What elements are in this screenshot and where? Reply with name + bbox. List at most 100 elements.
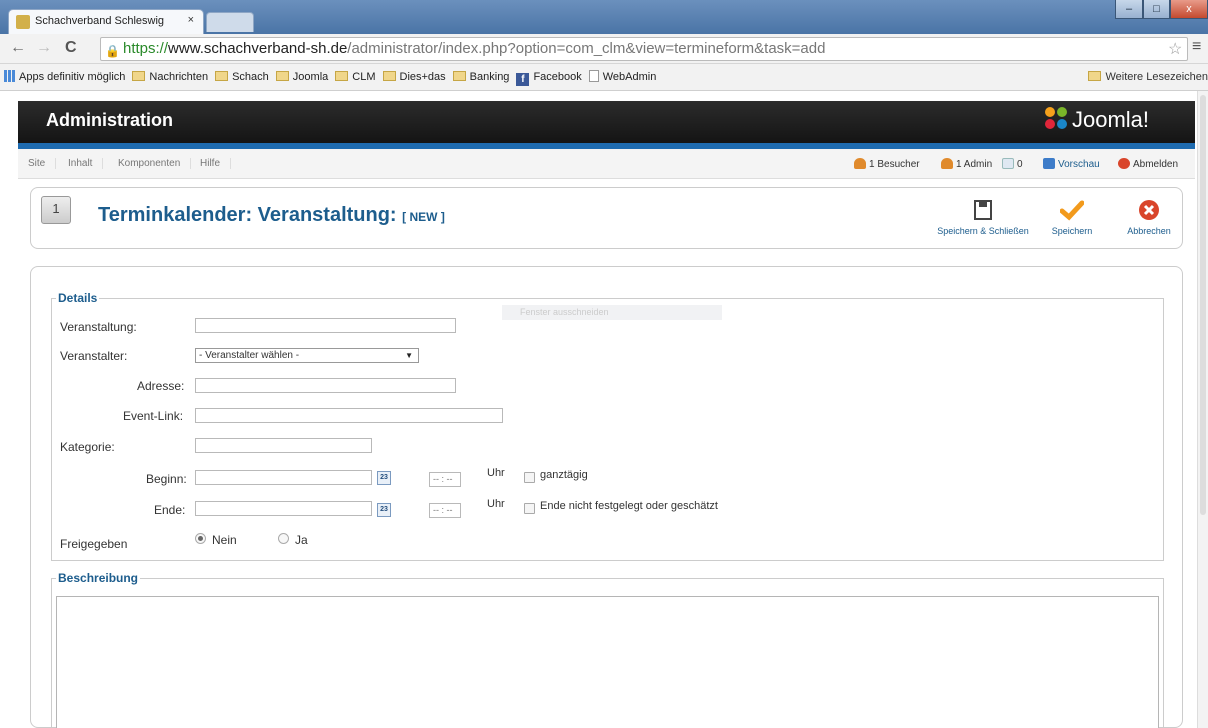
page-icon [588,70,599,82]
label-ja: Ja [295,533,308,547]
window-close-button[interactable]: x [1170,0,1208,19]
bookmark-webadmin[interactable]: WebAdmin [588,64,656,90]
cancel-button[interactable]: Abbrechen [1119,194,1179,244]
calendar-icon: 1 [41,196,71,224]
scrollbar-thumb[interactable] [1200,95,1206,515]
label-veranstaltung: Veranstaltung: [60,320,137,334]
url-path: /administrator/index.php?option=com_clm&… [347,40,826,57]
kategorie-input[interactable] [195,438,372,453]
status-messages[interactable]: 0 [1002,158,1023,170]
mail-icon [1002,158,1014,169]
joomla-logo-text: Joomla! [1072,107,1150,132]
title-panel: 1 Terminkalender: Veranstaltung: [ NEW ]… [30,187,1183,249]
bookmark-folder-joomla[interactable]: Joomla [275,64,328,90]
beginn-date-input[interactable] [195,470,372,485]
bookmarks-bar: Apps definitiv möglich Nachrichten Schach J… [0,64,1208,91]
veranstaltung-input[interactable] [195,318,456,333]
event-link-input[interactable] [195,408,503,423]
freigegeben-ja-radio[interactable] [278,533,289,544]
folder-icon [335,71,349,81]
beginn-time-input[interactable]: -- : -- [429,472,461,487]
label-ende: Ende: [154,503,186,517]
label-ganztaegig: ganztägig [540,469,588,481]
folder-icon [1088,71,1102,81]
adresse-input[interactable] [195,378,456,393]
admin-header: Administration Joomla! [18,101,1195,143]
label-event-link: Event-Link: [123,409,184,423]
forward-button[interactable]: → [36,39,52,57]
label-freigegeben: Freigegeben [60,537,128,551]
folder-icon [452,71,466,81]
bookmark-facebook[interactable]: f Facebook [516,64,582,90]
details-legend: Details [56,291,100,305]
bookmark-folder-nachrichten[interactable]: Nachrichten [132,64,208,90]
window-minimize-button[interactable]: – [1115,0,1143,19]
label-uhr-ende: Uhr [487,498,505,510]
beschreibung-fieldset: Beschreibung [51,571,1164,728]
save-button[interactable]: Speichern [1043,194,1101,244]
floppy-disk-icon [971,199,995,221]
description-editor[interactable] [56,596,1159,728]
back-button[interactable]: ← [10,39,26,57]
address-bar[interactable]: 🔒 https://www.schachverband-sh.de/adminis… [100,37,1188,61]
page-scrollbar[interactable] [1197,91,1208,728]
beschreibung-legend: Beschreibung [56,571,141,585]
bookmark-folder-clm[interactable]: CLM [335,64,376,90]
label-adresse: Adresse: [137,379,185,393]
joomla-logo: Joomla! [1045,107,1149,133]
cancel-x-icon [1137,199,1161,221]
status-admins: 1 Admin [941,158,992,170]
label-nein: Nein [212,533,237,547]
users-icon [854,158,866,169]
title-tag: [ NEW ] [402,210,445,224]
folder-icon [382,71,396,81]
bookmark-other[interactable]: Weitere Lesezeichen [1088,64,1208,90]
bookmark-folder-schach[interactable]: Schach [215,64,269,90]
reload-button[interactable]: C [65,39,77,57]
facebook-icon: f [516,73,530,86]
status-logout[interactable]: Abmelden [1118,158,1178,170]
url-scheme: https:// [123,40,169,57]
status-visitors: 1 Besucher [854,158,920,170]
label-kategorie: Kategorie: [60,440,115,454]
bookmark-folder-banking[interactable]: Banking [452,64,509,90]
page-title: Terminkalender: Veranstaltung: [ NEW ] [98,204,445,226]
bookmark-folder-diesdas[interactable]: Dies+das [382,64,446,90]
joomla-logo-icon [1045,107,1069,131]
menu-komponenten[interactable]: Komponenten [118,158,192,169]
veranstalter-select[interactable]: - Veranstalter wählen - ▼ [195,348,419,363]
menu-site[interactable]: Site [28,158,57,169]
status-preview[interactable]: Vorschau [1043,158,1100,170]
folder-icon [215,71,229,81]
save-close-button[interactable]: Speichern & Schließen [924,194,1042,244]
ganztaegig-checkbox[interactable] [524,472,535,483]
browser-menu-icon[interactable]: ≡ [1192,38,1201,56]
browser-tab[interactable]: Schachverband Schleswig × [8,9,204,35]
ende-calendar-button[interactable]: 23 [377,503,391,517]
bookmark-apps[interactable]: Apps definitiv möglich [0,64,125,90]
details-fieldset: Details Fenster ausschneiden Veranstaltu… [51,291,1164,561]
admin-menu-bar: Site Inhalt Komponenten Hilfe 1 Besucher… [18,149,1195,179]
tab-title: Schachverband Schleswig [35,15,165,27]
new-tab-button[interactable] [206,12,254,32]
tab-close-icon[interactable]: × [188,14,194,26]
label-beginn: Beginn: [146,472,187,486]
ende-time-input[interactable]: -- : -- [429,503,461,518]
preview-monitor-icon [1043,158,1055,169]
label-veranstalter: Veranstalter: [60,349,128,363]
window-maximize-button[interactable]: □ [1143,0,1170,19]
ende-date-input[interactable] [195,501,372,516]
menu-hilfe[interactable]: Hilfe [200,158,232,169]
ende-offen-checkbox[interactable] [524,503,535,514]
menu-inhalt[interactable]: Inhalt [68,158,104,169]
chevron-down-icon: ▼ [405,351,413,360]
lock-icon: 🔒 [105,44,120,58]
logout-icon [1118,158,1130,169]
beginn-calendar-button[interactable]: 23 [377,471,391,485]
freigegeben-nein-radio[interactable] [195,533,206,544]
admin-title: Administration [46,110,174,130]
form-panel: Details Fenster ausschneiden Veranstaltu… [30,266,1183,728]
label-uhr-beginn: Uhr [487,467,505,479]
admin-user-icon [941,158,953,169]
bookmark-star-icon[interactable]: ☆ [1168,39,1182,59]
